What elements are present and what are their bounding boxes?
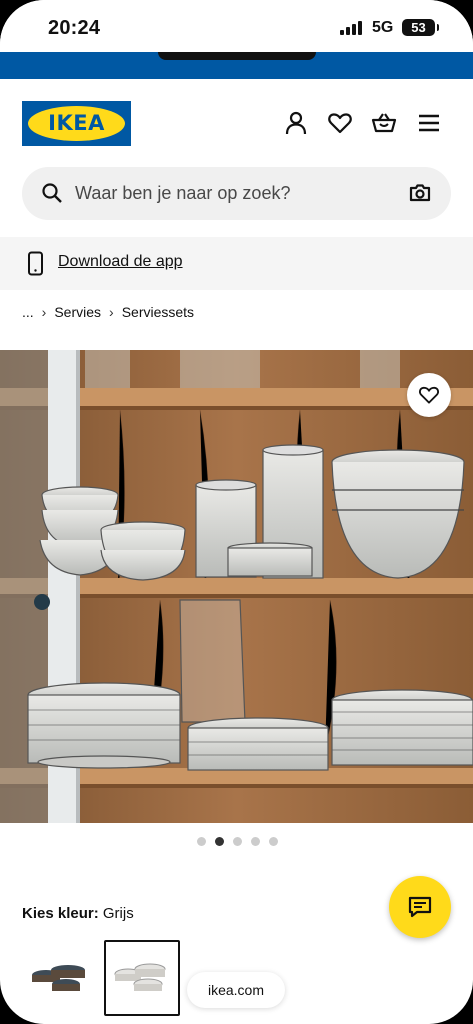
breadcrumb: ... › Servies › Serviessets — [22, 304, 194, 320]
carousel-dot[interactable] — [269, 837, 278, 846]
search-icon — [40, 181, 64, 205]
colour-label: Kies kleur: — [22, 905, 99, 922]
promo-pill — [158, 52, 316, 60]
chat-icon — [408, 896, 432, 918]
battery-icon: 53 — [402, 19, 439, 36]
chevron-right-icon: › — [109, 304, 114, 320]
status-time: 20:24 — [48, 17, 101, 39]
carousel-dot[interactable] — [233, 837, 242, 846]
heart-icon — [419, 386, 439, 404]
carousel-dot[interactable] — [197, 837, 206, 846]
colour-swatch-grey[interactable] — [104, 940, 180, 1016]
account-icon[interactable] — [283, 110, 309, 136]
colour-selected: Grijs — [102, 905, 134, 922]
search-bar[interactable]: Waar ben je naar op zoek? — [22, 167, 451, 220]
breadcrumb-serviessets[interactable]: Serviessets — [122, 304, 194, 320]
breadcrumb-ellipsis[interactable]: ... — [22, 304, 34, 320]
signal-icon — [340, 21, 364, 35]
menu-icon[interactable] — [416, 110, 442, 136]
chevron-right-icon: › — [41, 304, 47, 320]
breadcrumb-servies[interactable]: Servies — [54, 304, 101, 320]
browser-url-pill[interactable]: ikea.com — [187, 972, 285, 1008]
status-bar: 20:24 5G 53 — [0, 0, 473, 52]
basket-icon[interactable] — [371, 110, 397, 136]
promo-banner[interactable] — [0, 52, 473, 79]
heart-icon[interactable] — [327, 110, 353, 136]
camera-icon[interactable] — [408, 181, 432, 205]
carousel-dot[interactable] — [251, 837, 260, 846]
phone-screen: 20:24 5G 53 IKEA Waar ben je naar op zoe… — [0, 0, 473, 1024]
download-app-banner[interactable]: Download de app — [0, 237, 473, 290]
ikea-logo[interactable]: IKEA — [22, 101, 131, 146]
colour-swatch-blue[interactable] — [22, 940, 98, 1016]
colour-picker-label: Kies kleur: Grijs — [22, 905, 134, 922]
download-app-link[interactable]: Download de app — [58, 253, 183, 271]
product-image[interactable] — [0, 350, 473, 823]
chat-button[interactable] — [389, 876, 451, 938]
carousel-dots — [197, 837, 278, 846]
carousel-dot-active[interactable] — [215, 837, 224, 846]
network-type: 5G — [372, 19, 394, 36]
phone-icon — [27, 251, 44, 276]
site-header: IKEA — [0, 79, 473, 167]
add-to-favourites-button[interactable] — [407, 373, 451, 417]
logo-text: IKEA — [48, 111, 105, 135]
search-placeholder: Waar ben je naar op zoek? — [75, 183, 291, 203]
